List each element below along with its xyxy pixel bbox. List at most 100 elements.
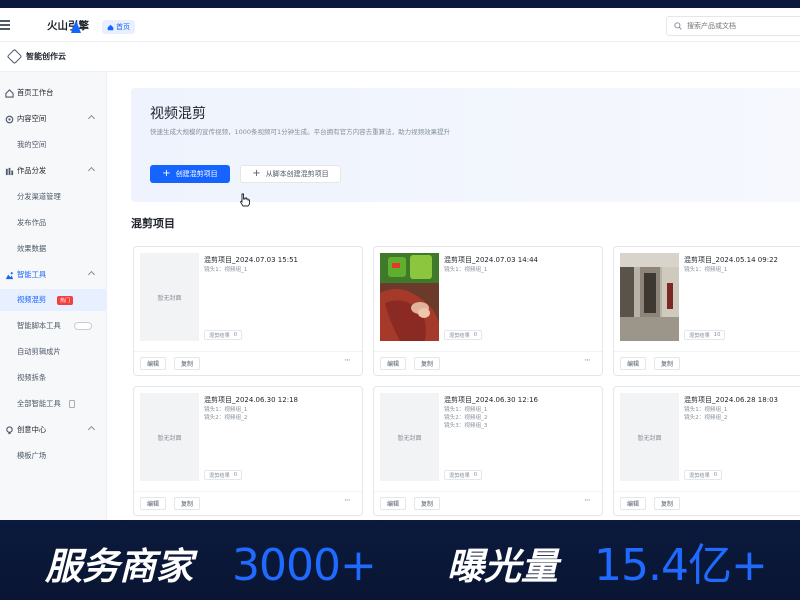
- sidebar-item-creative-center[interactable]: 创意中心: [0, 419, 107, 441]
- card-divider: [134, 491, 362, 492]
- sidebar-item-smart-tools[interactable]: 智能工具: [0, 264, 107, 286]
- no-cover-text: 暂无封面: [397, 434, 422, 442]
- more-icon[interactable]: ···: [344, 356, 351, 366]
- card-shot-list: 镜头1：视频组_1: [444, 266, 487, 274]
- brand-logo[interactable]: 火山引擎: [26, 18, 89, 53]
- sidebar-item-publish[interactable]: 发布作品: [0, 212, 107, 234]
- sidebar-item-effect-data[interactable]: 效果数据: [0, 238, 107, 260]
- menu-icon[interactable]: [0, 20, 10, 30]
- more-icon[interactable]: ···: [584, 496, 591, 506]
- merchants-label: 服务商家: [45, 545, 193, 588]
- copy-button[interactable]: 复制: [654, 357, 681, 370]
- card-divider: [614, 351, 800, 352]
- sidebar-item-content-space[interactable]: 内容空间: [0, 108, 107, 130]
- card-thumbnail[interactable]: [380, 253, 439, 341]
- create-mix-project-button[interactable]: + 创建混剪项目: [150, 165, 230, 183]
- workspace-name: 智能创作云: [26, 52, 66, 61]
- create-from-script-button[interactable]: + 从脚本创建混剪项目: [240, 165, 341, 183]
- card-shot-list: 镜头1：视频组_1 镜头2：视频组_2 镜头3：视频组_3: [444, 406, 487, 430]
- copy-button[interactable]: 复制: [654, 497, 681, 510]
- edit-button[interactable]: 编辑: [380, 357, 407, 370]
- card-thumbnail[interactable]: [620, 253, 679, 341]
- home-chip[interactable]: 首页: [102, 20, 135, 34]
- section-title: 混剪项目: [131, 217, 175, 230]
- chevron-up-icon: [87, 166, 96, 175]
- copy-button[interactable]: 复制: [414, 497, 441, 510]
- edit-button[interactable]: 编辑: [140, 497, 167, 510]
- card-thumbnail[interactable]: 暂无封面: [140, 393, 199, 481]
- card-shot-list: 镜头1：视频组_1 镜头2：视频组_2: [204, 406, 247, 422]
- card-divider: [134, 351, 362, 352]
- top-band: [0, 0, 800, 8]
- top-bar: 火山引擎 首页: [0, 8, 800, 53]
- card-title[interactable]: 混剪项目_2024.07.03 14:44: [444, 255, 538, 265]
- card-title[interactable]: 混剪项目_2024.06.30 12:18: [204, 395, 298, 405]
- project-card[interactable]: 暂无封面 混剪项目_2024.06.30 12:16 镜头1：视频组_1 镜头2…: [373, 386, 603, 516]
- hero-panel: 视频混剪 快速生成大规模的宣传视频，1000条视频可1分钟生成。平台拥有官方内容…: [131, 88, 800, 207]
- sidebar-item-distribution[interactable]: 作品分发: [0, 160, 107, 182]
- project-card[interactable]: 混剪项目_2024.05.14 09:22 镜头1：视频组_1 混剪结果 10 编…: [613, 246, 800, 376]
- card-shot-line: 镜头2：视频组_2: [684, 415, 728, 421]
- card-title[interactable]: 混剪项目_2024.05.14 09:22: [684, 255, 778, 265]
- edit-button[interactable]: 编辑: [380, 497, 407, 510]
- project-card[interactable]: 混剪项目_2024.07.03 14:44 镜头1：视频组_1 混剪结果 0 编辑…: [373, 246, 603, 376]
- search-box[interactable]: [666, 16, 800, 36]
- result-count-tag: 混剪结果 0: [684, 470, 723, 480]
- chevron-up-icon: [87, 270, 96, 279]
- project-card[interactable]: 暂无封面 混剪项目_2024.06.30 12:18 镜头1：视频组_1 镜头2…: [133, 386, 363, 516]
- result-count-tag: 混剪结果 0: [444, 470, 483, 480]
- copy-button[interactable]: 复制: [174, 357, 201, 370]
- sidebar-item-label: 视频混剪: [17, 295, 47, 304]
- edit-button[interactable]: 编辑: [620, 357, 647, 370]
- card-shot-list: 镜头1：视频组_1 镜头2：视频组_2: [684, 406, 727, 422]
- project-card[interactable]: 暂无封面 混剪项目_2024.07.03 15:51 镜头1：视频组_1 混剪结…: [133, 246, 363, 376]
- sidebar-item-auto-edit[interactable]: 自动剪辑成片: [0, 341, 107, 363]
- food-photo-thumbnail: [380, 253, 439, 341]
- plus-icon: +: [162, 168, 171, 179]
- sidebar-item-all-tools[interactable]: 全部智能工具: [0, 393, 107, 415]
- sidebar-item-script-tool[interactable]: 智能脚本工具: [0, 315, 107, 337]
- result-count-label: 混剪结果: [209, 332, 230, 339]
- new-pill-icon: [74, 322, 92, 330]
- copy-button[interactable]: 复制: [174, 497, 201, 510]
- card-title[interactable]: 混剪项目_2024.06.30 12:16: [444, 395, 538, 405]
- room-photo-thumbnail: [620, 253, 679, 341]
- card-thumbnail[interactable]: 暂无封面: [620, 393, 679, 481]
- card-divider: [374, 351, 602, 352]
- page-title: 视频混剪: [150, 106, 206, 122]
- more-icon[interactable]: ···: [344, 496, 351, 506]
- project-card[interactable]: 暂无封面 混剪项目_2024.06.28 18:03 镜头1：视频组_1 镜头2…: [613, 386, 800, 516]
- sidebar-item-video-split[interactable]: 视频拆条: [0, 367, 107, 389]
- card-divider: [374, 491, 602, 492]
- folder-icon: [5, 115, 14, 123]
- card-thumbnail[interactable]: 暂无封面: [140, 253, 199, 341]
- sidebar-item-channel-manage[interactable]: 分发渠道管理: [0, 186, 107, 208]
- copy-button[interactable]: 复制: [414, 357, 441, 370]
- create-mix-project-label: 创建混剪项目: [175, 170, 218, 178]
- sidebar-item-video-mix[interactable]: 视频混剪 热门: [0, 289, 107, 311]
- edit-button[interactable]: 编辑: [140, 357, 167, 370]
- sidebar-item-home[interactable]: 首页工作台: [0, 82, 107, 104]
- sidebar-item-label: 首页工作台: [17, 88, 54, 97]
- card-shot-list: 镜头1：视频组_1: [204, 266, 247, 274]
- card-shot-line: 镜头1：视频组_1: [684, 267, 728, 273]
- chevron-up-icon: [87, 425, 96, 434]
- sidebar-item-my-space[interactable]: 我的空间: [0, 134, 107, 156]
- sidebar-item-template-square[interactable]: 模板广场: [0, 445, 107, 467]
- page-description: 快速生成大规模的宣传视频，1000条视频可1分钟生成。平台拥有官方内容去重算法，…: [150, 128, 451, 136]
- search-input[interactable]: [687, 22, 787, 30]
- workspace-bar: 智能创作云: [0, 42, 800, 72]
- promo-banner: 服务商家 3000+ 曝光量 15.4亿+: [0, 520, 800, 600]
- creative-icon: [6, 425, 13, 434]
- card-shot-line: 镜头2：视频组_2: [204, 415, 248, 421]
- edit-button[interactable]: 编辑: [620, 497, 647, 510]
- sidebar-item-label: 内容空间: [17, 114, 47, 123]
- card-thumbnail[interactable]: 暂无封面: [380, 393, 439, 481]
- card-title[interactable]: 混剪项目_2024.07.03 15:51: [204, 255, 298, 265]
- sidebar-item-label: 自动剪辑成片: [17, 347, 61, 356]
- more-icon[interactable]: ···: [584, 356, 591, 366]
- card-title[interactable]: 混剪项目_2024.06.28 18:03: [684, 395, 778, 405]
- card-shot-line: 镜头2：视频组_2: [444, 415, 488, 421]
- sidebar-item-label: 创意中心: [17, 425, 47, 434]
- card-shot-line: 镜头1：视频组_1: [444, 267, 488, 273]
